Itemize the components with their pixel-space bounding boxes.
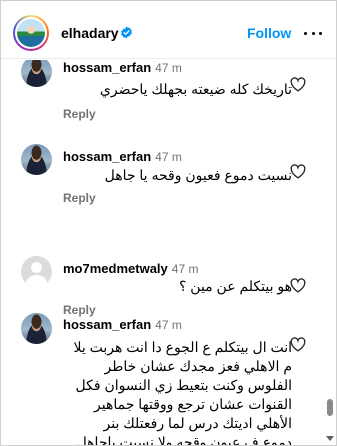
heart-icon[interactable] bbox=[290, 164, 306, 179]
comment-text-line: القنوات عشان ترجع ووقتها جماهير bbox=[94, 396, 292, 412]
comment-text: هو بيتكلم عن مين ؟ bbox=[178, 278, 292, 294]
comment-username-text[interactable]: hossam_erfan bbox=[63, 60, 151, 75]
scroll-down-arrow-icon[interactable] bbox=[326, 436, 334, 441]
profile-username[interactable]: elhadary bbox=[61, 25, 119, 41]
comment-item: hossam_erfan 47 m نسيت دموع فعيون وقحه يا… bbox=[1, 142, 336, 212]
comment-username[interactable]: mo7medmetwaly 47 m bbox=[63, 261, 198, 276]
comment-text: انت ال بيتكلم ع الجوع دا انت هربت يلا م … bbox=[42, 338, 292, 446]
comment-text-line: الفلوس وكنت بتعيط زي النسوان فكل bbox=[75, 377, 292, 393]
heart-icon[interactable] bbox=[290, 77, 306, 92]
comment-timestamp: 47 m bbox=[155, 61, 182, 75]
reply-button[interactable]: Reply bbox=[63, 191, 96, 205]
comments-panel: elhadary Follow hossam_erfan 47 m تاريخك … bbox=[0, 0, 337, 446]
reply-button[interactable]: Reply bbox=[63, 107, 96, 121]
more-options-icon[interactable] bbox=[304, 26, 322, 40]
comment-username[interactable]: hossam_erfan 47 m bbox=[63, 149, 182, 164]
comment-text-line: الأهلي اديتك درس لما رفعتلك بنر bbox=[103, 415, 292, 431]
post-header: elhadary Follow bbox=[1, 1, 336, 59]
heart-icon[interactable] bbox=[290, 278, 306, 293]
comment-timestamp: 47 m bbox=[171, 262, 199, 276]
comment-item: hossam_erfan 47 m تاريخك كله ضيعته بجهلك … bbox=[1, 60, 336, 124]
comment-text-line: م الاهلي فعز مجدك عشان خاطر bbox=[104, 358, 292, 374]
comment-username-text[interactable]: mo7medmetwaly bbox=[63, 261, 168, 276]
comment-username-text[interactable]: hossam_erfan bbox=[63, 317, 151, 332]
comment-item: hossam_erfan 47 m انت ال بيتكلم ع الجوع د… bbox=[1, 311, 336, 446]
scrollbar[interactable] bbox=[323, 60, 336, 445]
scrollbar-thumb[interactable] bbox=[327, 399, 333, 416]
comment-username-text[interactable]: hossam_erfan bbox=[63, 149, 151, 164]
comment-list[interactable]: hossam_erfan 47 m تاريخك كله ضيعته بجهلك … bbox=[1, 60, 336, 446]
comment-text-line: دموع ف عيون وقحه ولا نسيت ياجاهل bbox=[76, 434, 292, 446]
comment-text: نسيت دموع فعيون وقحه يا جاهل bbox=[104, 167, 292, 183]
follow-button[interactable]: Follow bbox=[247, 25, 291, 41]
heart-icon[interactable] bbox=[290, 337, 306, 352]
verified-badge-icon bbox=[121, 26, 132, 39]
comment-text-line: انت ال بيتكلم ع الجوع دا انت هربت يلا bbox=[73, 339, 292, 355]
comment-timestamp: 47 m bbox=[155, 318, 182, 332]
profile-avatar[interactable] bbox=[13, 15, 49, 51]
comment-text: تاريخك كله ضيعته بجهلك ياحضري bbox=[99, 81, 292, 97]
comment-username[interactable]: hossam_erfan 47 m bbox=[63, 317, 182, 332]
comment-username[interactable]: hossam_erfan 47 m bbox=[63, 60, 182, 75]
comment-timestamp: 47 m bbox=[155, 150, 182, 164]
